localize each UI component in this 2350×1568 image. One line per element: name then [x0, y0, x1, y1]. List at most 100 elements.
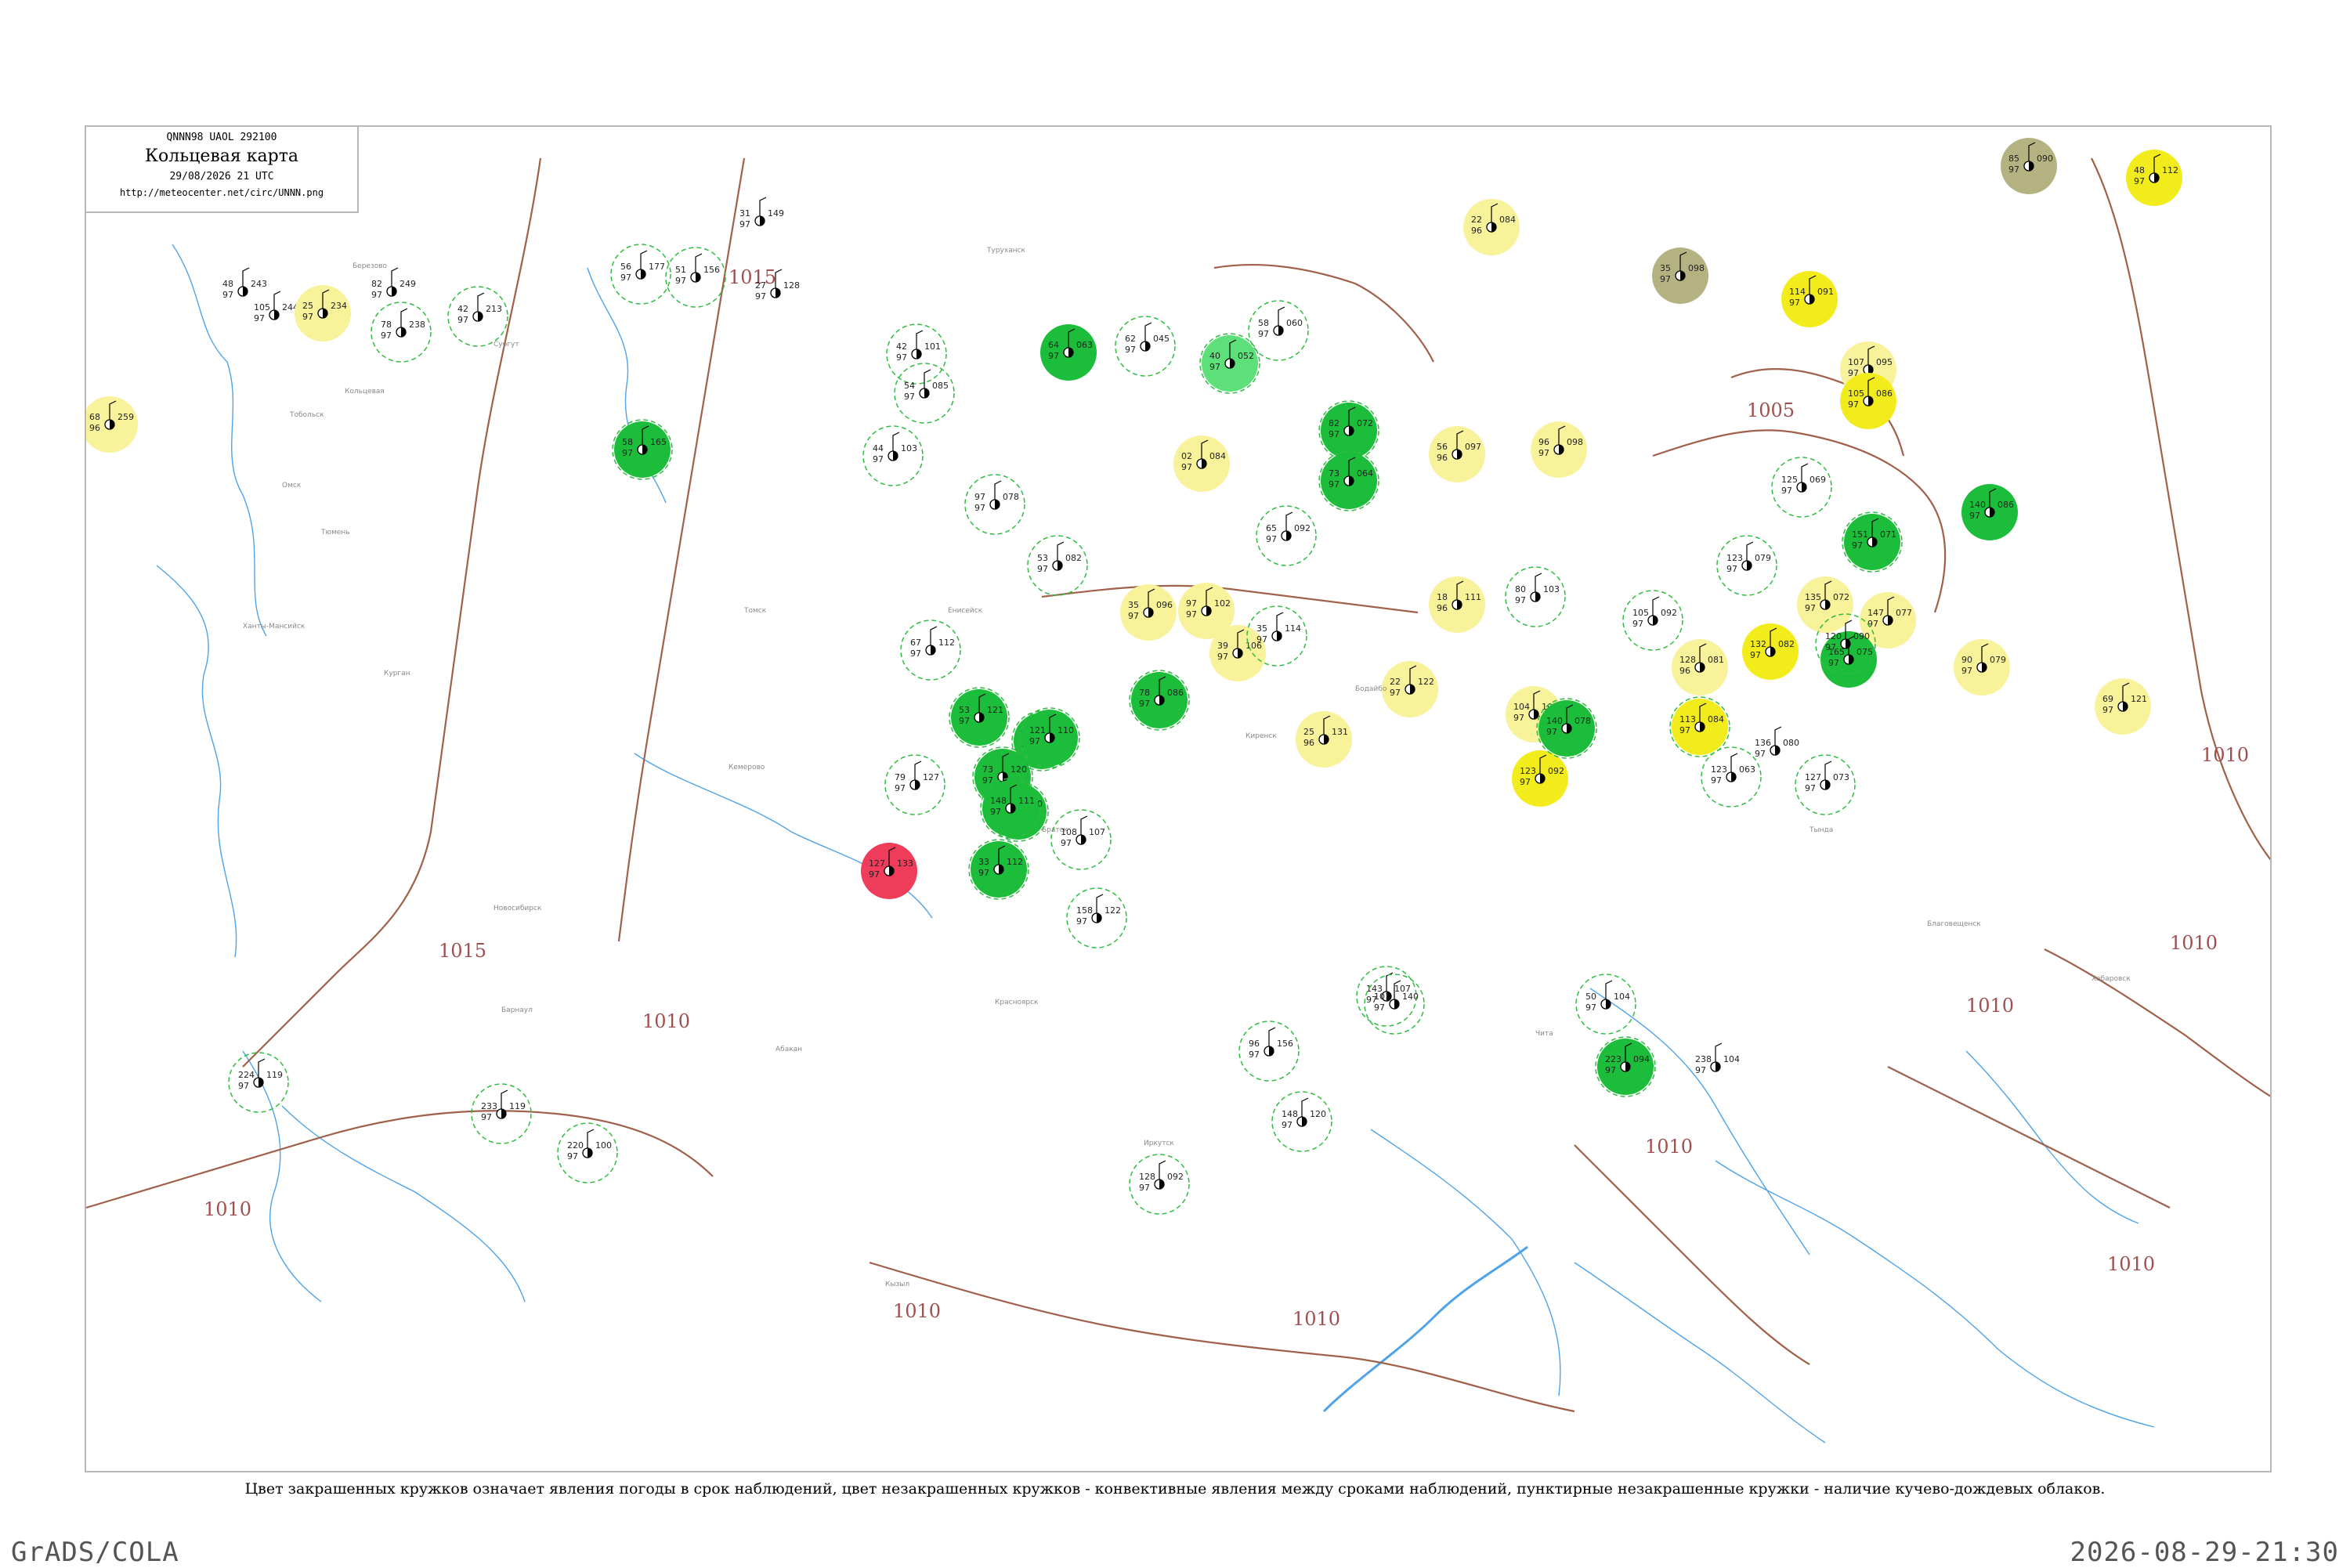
- station-plot[interactable]: 5397 121: [949, 687, 1010, 748]
- station-plot[interactable]: 8297 249: [371, 267, 416, 300]
- station-plot[interactable]: 5897 165: [612, 419, 673, 480]
- pressure-value: 081: [1708, 655, 1724, 665]
- station-plot[interactable]: 6297 045: [1115, 316, 1176, 377]
- station-plot[interactable]: 15197 071: [1842, 511, 1903, 573]
- station-plot[interactable]: 12397 092: [1512, 750, 1568, 807]
- station-plot[interactable]: 3197 149: [739, 197, 784, 229]
- station-plot[interactable]: 22397 094: [1595, 1036, 1656, 1097]
- wind-barb-icon: [1824, 761, 1832, 780]
- wind-barb-icon: [1301, 1097, 1309, 1117]
- station-plot[interactable]: 22497 119: [228, 1052, 289, 1113]
- station-plot[interactable]: 8297 072: [1318, 400, 1379, 461]
- wind-barb-icon: [1159, 1160, 1166, 1180]
- pressure-value: 098: [1688, 263, 1705, 273]
- temperature-value: 101: [1374, 992, 1390, 1002]
- station-plot[interactable]: 4297 101: [886, 323, 947, 385]
- station-plot[interactable]: 6597 092: [1256, 505, 1317, 566]
- pressure-value: 082: [1778, 639, 1795, 649]
- station-plot[interactable]: 4897 112: [2126, 150, 2182, 206]
- station-plot[interactable]: 7897 086: [1129, 670, 1190, 731]
- isobar-label: 1005: [1747, 399, 1795, 421]
- station-plot[interactable]: 3597 098: [1652, 247, 1708, 304]
- station-plot[interactable]: 13597 072: [1797, 576, 1853, 633]
- station-plot[interactable]: 13697 080: [1755, 726, 1799, 759]
- station-plot[interactable]: 12397 063: [1701, 746, 1762, 807]
- pressure-value: 060: [1286, 318, 1303, 328]
- pressure-value: 103: [901, 443, 917, 453]
- station-plot[interactable]: 5697 177: [610, 244, 671, 305]
- station-plot[interactable]: 23397 119: [471, 1083, 532, 1144]
- station-plot[interactable]: 5696 097: [1429, 426, 1485, 482]
- temperature-value: 107: [1848, 357, 1864, 367]
- station-plot[interactable]: 1896 111: [1429, 576, 1485, 633]
- station-name-label: Братск: [1042, 826, 1068, 834]
- temperature-value: 120: [1825, 631, 1842, 641]
- station-plot[interactable]: 10897107: [1050, 809, 1112, 870]
- station-plot[interactable]: 14897 120: [1271, 1091, 1332, 1152]
- map-frame[interactable]: 1015 1015 1010 1010 1010 1010 1010 1010 …: [85, 125, 2272, 1472]
- station-plot[interactable]: 13297 082: [1742, 623, 1799, 680]
- station-plot[interactable]: 6896 259: [86, 396, 138, 453]
- pressure-value: 122: [1104, 905, 1121, 916]
- wind-barb-icon: [1535, 573, 1542, 592]
- station-plot[interactable]: 7397 064: [1318, 450, 1379, 511]
- station-plot[interactable]: 10597244: [254, 291, 298, 323]
- station-plot[interactable]: 15897 122: [1066, 887, 1127, 948]
- station-plot[interactable]: 5397 082: [1027, 535, 1088, 596]
- isobar-1010-south-east: [869, 1261, 1575, 1413]
- temperature-value: 39: [1217, 641, 1228, 651]
- pressure-value: 120: [1010, 764, 1027, 775]
- station-plot[interactable]: 12597 069: [1771, 457, 1832, 518]
- station-plot[interactable]: 4297 213: [447, 286, 508, 347]
- station-plot[interactable]: 12797 073: [1795, 754, 1856, 815]
- station-plot[interactable]: 4497 103: [862, 425, 924, 486]
- station-plot[interactable]: 11497 091: [1781, 271, 1838, 327]
- station-plot[interactable]: 9697 156: [1238, 1021, 1300, 1082]
- station-plot[interactable]: 2296 084: [1463, 199, 1520, 255]
- station-plot[interactable]: 0297 084: [1173, 435, 1230, 492]
- temperature-value: 78: [1139, 688, 1150, 698]
- station-plot[interactable]: 9797 078: [964, 474, 1025, 535]
- station-plot[interactable]: 3597 096: [1120, 584, 1177, 641]
- station-plot[interactable]: 6997 121: [2095, 678, 2151, 735]
- station-plot[interactable]: 7897 238: [371, 302, 432, 363]
- dewpoint-value: 97: [2134, 176, 2145, 186]
- wind-barb-icon: [242, 267, 250, 287]
- station-plot[interactable]: 2297 122: [1382, 661, 1438, 717]
- temperature-value: 233: [481, 1101, 497, 1111]
- station-plot[interactable]: 6797 112: [900, 620, 961, 681]
- station-plot[interactable]: 5197 156: [665, 247, 726, 308]
- pressure-value: 072: [1357, 418, 1373, 428]
- station-plot[interactable]: 6497 063: [1040, 324, 1097, 381]
- station-plot[interactable]: 14097 086: [1961, 484, 2018, 540]
- dewpoint-value: 97: [1805, 603, 1816, 613]
- station-plot[interactable]: 5097 104: [1575, 974, 1636, 1035]
- station-plot[interactable]: 5497 085: [894, 363, 955, 424]
- station-plot[interactable]: 9697 098: [1531, 421, 1587, 478]
- station-plot[interactable]: 22097 100: [557, 1122, 618, 1183]
- station-plot[interactable]: 2596 131: [1296, 711, 1352, 768]
- station-plot[interactable]: 7997 127: [884, 754, 945, 815]
- pressure-value: 084: [1708, 714, 1724, 724]
- station-plot[interactable]: 10597 086: [1840, 373, 1896, 429]
- station-plot[interactable]: 3397 112: [968, 839, 1029, 900]
- dewpoint-value: 97: [1585, 1003, 1596, 1013]
- station-plot[interactable]: 23897 104: [1695, 1042, 1740, 1075]
- temperature-value: 58: [1258, 318, 1269, 328]
- pressure-value: 078: [1574, 716, 1591, 726]
- station-plot[interactable]: 9097 079: [1954, 639, 2010, 695]
- station-plot[interactable]: 12897 092: [1129, 1154, 1190, 1215]
- station-plot[interactable]: 10597 092: [1622, 590, 1683, 651]
- station-plot[interactable]: 12896 081: [1672, 639, 1728, 695]
- station-plot[interactable]: 11397 084: [1669, 696, 1730, 757]
- source-url[interactable]: http://meteocenter.net/circ/UNNN.png: [86, 187, 357, 198]
- dewpoint-value: 97: [1374, 1003, 1385, 1013]
- dewpoint-value: 97: [238, 1081, 249, 1091]
- station-plot[interactable]: 12397 079: [1716, 535, 1777, 596]
- station-plot[interactable]: 4897 243: [222, 267, 267, 300]
- station-plot[interactable]: 8597 090: [2001, 138, 2057, 194]
- station-plot[interactable]: 2597 234: [295, 285, 351, 341]
- station-plot[interactable]: 12797 133: [861, 843, 917, 899]
- pressure-value: 111: [1465, 592, 1481, 602]
- station-plot[interactable]: 8097 103: [1505, 566, 1566, 627]
